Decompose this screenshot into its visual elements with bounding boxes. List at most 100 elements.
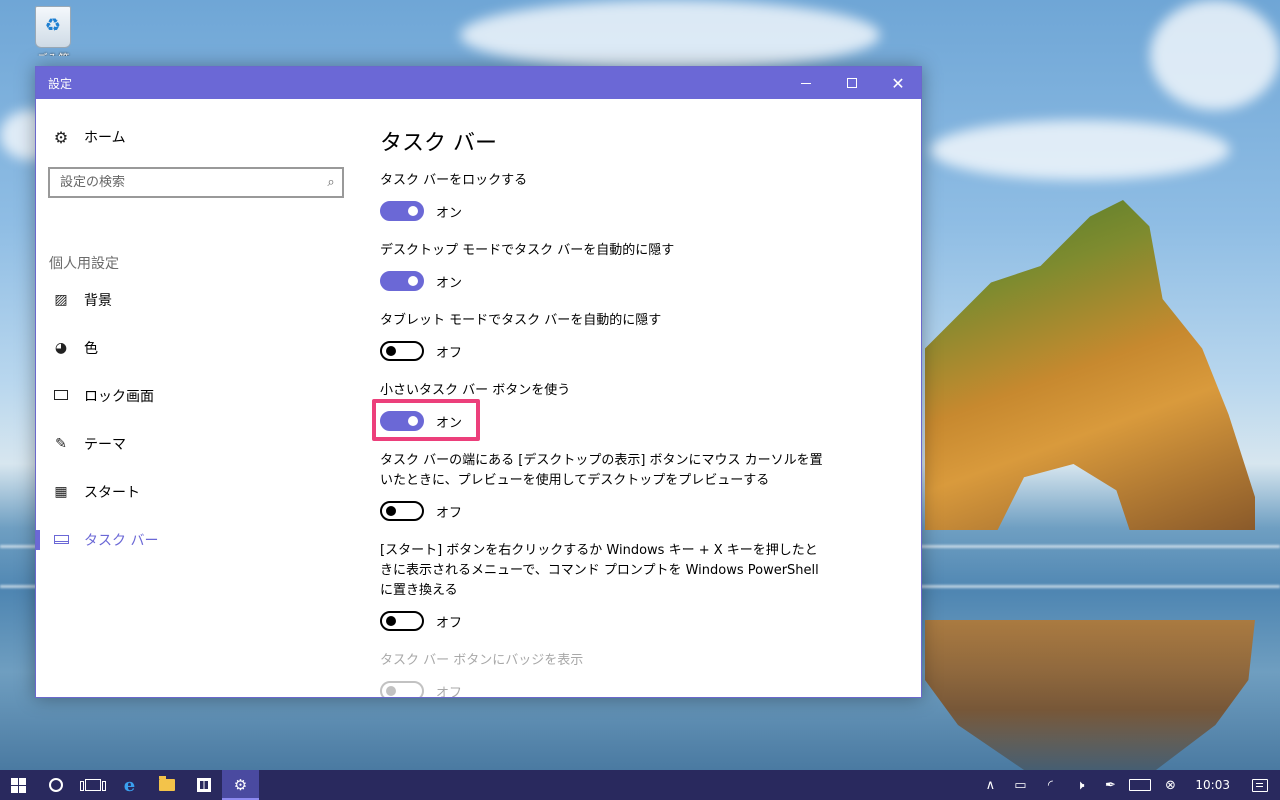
- setting-label: [スタート] ボタンを右クリックするか Windows キー + X キーを押し…: [380, 543, 819, 598]
- autohide-tablet-toggle[interactable]: [380, 341, 424, 361]
- setting-label: タスク バーの端にある [デスクトップの表示] ボタンにマウス カーソルを置いた…: [380, 453, 823, 488]
- recycle-bin-icon: [35, 6, 71, 48]
- power-button[interactable]: ▭: [1005, 770, 1035, 800]
- search-icon[interactable]: ⌕: [320, 175, 342, 190]
- cortana-button[interactable]: [37, 770, 74, 800]
- main-pane: タスク バー タスク バーをロックする オン デスクトップ モードでタスク バー…: [372, 99, 921, 698]
- sidebar: ⚙ ホーム ⌕ 個人用設定 ▨ 背景 ◕ 色 ロック画面 ✎: [36, 99, 356, 697]
- cortana-icon: [48, 778, 63, 792]
- store-button[interactable]: [185, 770, 222, 800]
- volume-button[interactable]: 🕨: [1065, 770, 1095, 800]
- speaker-icon: 🕨: [1076, 777, 1085, 793]
- close-icon: ✕: [891, 73, 905, 93]
- settings-window: 設定 ✕ ⚙ ホーム ⌕ 個人用設定 ▨ 背景 ◕ 色: [35, 66, 922, 698]
- sea-arch-rock: [925, 200, 1255, 530]
- sidebar-item-start[interactable]: ▦ スタート: [36, 477, 356, 507]
- sidebar-item-label: スタート: [84, 485, 140, 501]
- cloud: [930, 120, 1230, 180]
- sidebar-item-label: タスク バー: [84, 533, 159, 549]
- palette-icon: ◕: [54, 340, 68, 356]
- keyboard-icon: [1129, 779, 1152, 791]
- taskbar: e ⚙ ∧ ▭ ◜ 🕨 ✒ ⊗ 10:03: [0, 770, 1280, 800]
- sidebar-item-label: 背景: [84, 293, 112, 309]
- sidebar-home[interactable]: ⚙ ホーム: [52, 127, 126, 147]
- sidebar-item-colors[interactable]: ◕ 色: [36, 333, 356, 363]
- explorer-button[interactable]: [148, 770, 185, 800]
- cloud: [460, 0, 880, 70]
- clock[interactable]: 10:03: [1185, 778, 1240, 792]
- network-button[interactable]: ◜: [1035, 770, 1065, 800]
- gear-icon: ⚙: [233, 776, 248, 794]
- taskbar-icon: [52, 532, 70, 548]
- system-tray: ∧ ▭ ◜ 🕨 ✒ ⊗ 10:03: [975, 770, 1280, 800]
- sidebar-item-taskbar[interactable]: タスク バー: [36, 525, 356, 555]
- setting-autohide-desktop: デスクトップ モードでタスク バーを自動的に隠す オン: [380, 241, 840, 292]
- start-button[interactable]: [0, 770, 37, 800]
- windows-logo-icon: [11, 777, 26, 793]
- minimize-icon: [801, 82, 811, 84]
- search-box[interactable]: ⌕: [48, 167, 344, 198]
- maximize-icon: [847, 78, 857, 88]
- start-icon: ▦: [54, 484, 68, 500]
- peek-preview-toggle[interactable]: [380, 501, 424, 521]
- sidebar-item-lock-screen[interactable]: ロック画面: [36, 381, 356, 411]
- maximize-button[interactable]: [829, 67, 875, 99]
- setting-label: タブレット モードでタスク バーを自動的に隠す: [380, 313, 662, 328]
- highlight-box: [372, 399, 480, 441]
- search-input[interactable]: [50, 175, 320, 190]
- sidebar-item-label: ロック画面: [84, 389, 154, 405]
- toggle-state: オフ: [436, 505, 463, 521]
- toggle-state: オフ: [436, 685, 463, 698]
- settings-taskbar-button[interactable]: ⚙: [222, 770, 259, 800]
- task-view-icon: [79, 779, 106, 791]
- sidebar-item-label: 色: [84, 341, 98, 357]
- wifi-icon: ◜: [1047, 777, 1053, 793]
- toggle-state: オフ: [436, 345, 463, 361]
- folder-icon: [158, 776, 175, 791]
- setting-powershell: [スタート] ボタンを右クリックするか Windows キー + X キーを押し…: [380, 541, 825, 632]
- toggle-state: オン: [436, 205, 463, 221]
- sidebar-item-background[interactable]: ▨ 背景: [36, 285, 356, 315]
- close-button[interactable]: ✕: [875, 67, 921, 99]
- battery-icon: ▭: [1014, 777, 1027, 793]
- task-view-button[interactable]: [74, 770, 111, 800]
- lock-screen-icon: [52, 388, 70, 404]
- edge-icon: e: [123, 774, 136, 796]
- badges-toggle: [380, 681, 424, 697]
- setting-peek-preview: タスク バーの端にある [デスクトップの表示] ボタンにマウス カーソルを置いた…: [380, 451, 825, 522]
- recycle-bin-desktop-icon[interactable]: ごみ箱: [26, 6, 80, 66]
- minimize-button[interactable]: [783, 67, 829, 99]
- gear-icon: ⚙: [53, 127, 69, 147]
- setting-label: デスクトップ モードでタスク バーを自動的に隠す: [380, 243, 675, 258]
- theme-icon: ✎: [55, 436, 67, 452]
- pen-icon: ✒: [1104, 777, 1116, 793]
- setting-badges: タスク バー ボタンにバッジを表示 オフ: [380, 651, 840, 698]
- powershell-toggle[interactable]: [380, 611, 424, 631]
- ime-off-icon: ⊗: [1164, 777, 1176, 793]
- autohide-desktop-toggle[interactable]: [380, 271, 424, 291]
- action-center-button[interactable]: [1240, 778, 1280, 792]
- setting-label: タスク バー ボタンにバッジを表示: [380, 653, 584, 668]
- picture-icon: ▨: [54, 292, 68, 308]
- window-title: 設定: [48, 76, 73, 91]
- home-label: ホーム: [84, 130, 126, 146]
- touch-keyboard-button[interactable]: [1125, 770, 1155, 800]
- pen-button[interactable]: ✒: [1095, 770, 1125, 800]
- section-heading: 個人用設定: [49, 256, 119, 272]
- setting-autohide-tablet: タブレット モードでタスク バーを自動的に隠す オフ: [380, 311, 840, 362]
- ime-button[interactable]: ⊗: [1155, 770, 1185, 800]
- cloud: [1150, 0, 1280, 110]
- sidebar-item-themes[interactable]: ✎ テーマ: [36, 429, 356, 459]
- toggle-state: オン: [436, 275, 463, 291]
- chevron-up-icon: ∧: [985, 777, 996, 793]
- title-bar[interactable]: 設定 ✕: [36, 67, 921, 99]
- edge-button[interactable]: e: [111, 770, 148, 800]
- setting-label: 小さいタスク バー ボタンを使う: [380, 383, 571, 398]
- lock-taskbar-toggle[interactable]: [380, 201, 424, 221]
- rock-reflection: [925, 620, 1255, 770]
- toggle-state: オフ: [436, 615, 463, 631]
- show-hidden-icons-button[interactable]: ∧: [975, 770, 1005, 800]
- sidebar-item-label: テーマ: [84, 437, 126, 453]
- recycle-bin-label: ごみ箱: [26, 50, 80, 56]
- notification-icon: [1252, 778, 1268, 792]
